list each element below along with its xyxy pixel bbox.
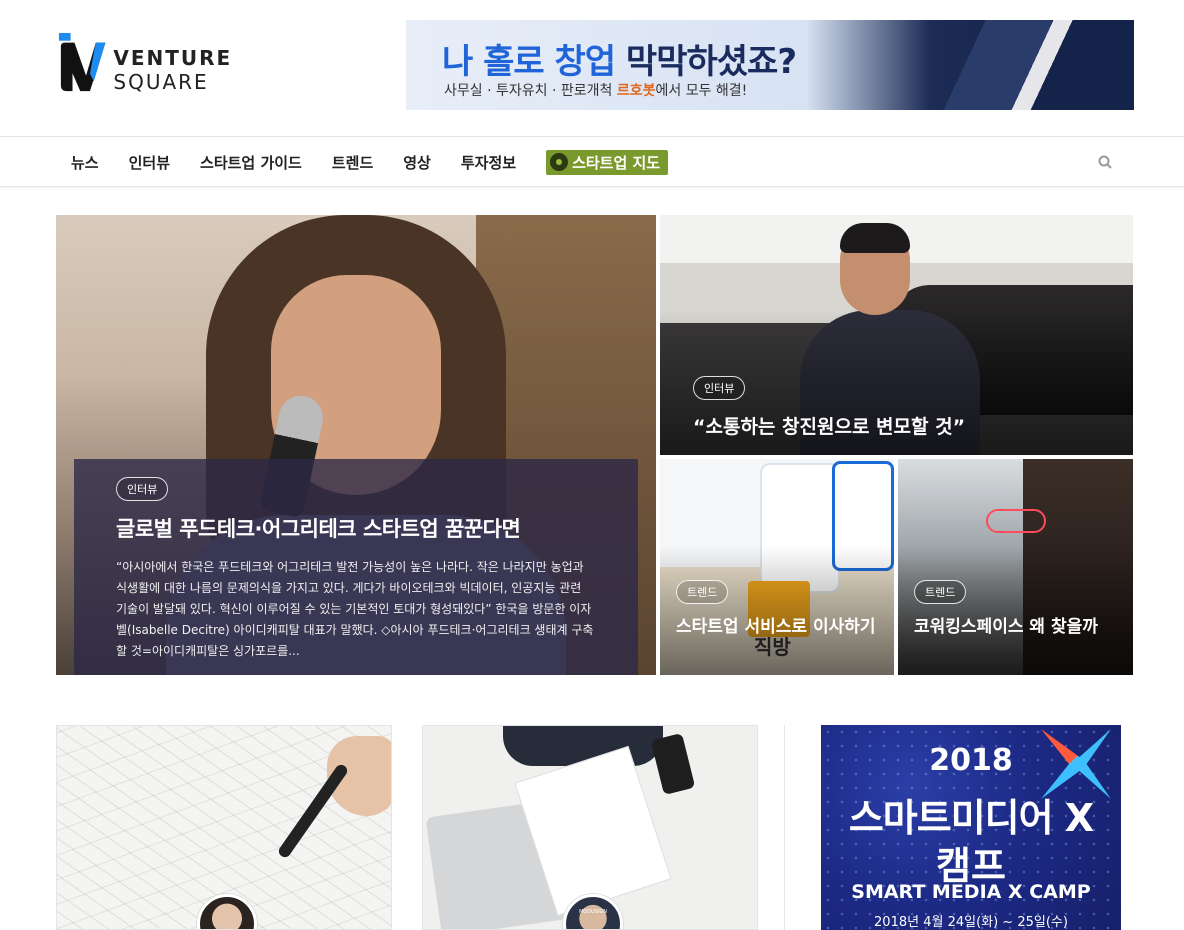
article-title[interactable]: 코워킹스페이스 왜 찾을까 (914, 616, 1124, 638)
logo-wordmark: VENTURE SQUARE (113, 46, 233, 94)
category-badge[interactable]: 트렌드 (676, 580, 729, 604)
ad-year: 2018 (929, 743, 1013, 778)
featured-article-bottom-left[interactable]: 직방 트렌드 스타트업 서비스로 이사하기 (660, 459, 894, 675)
category-badge[interactable]: 인터뷰 (693, 376, 746, 400)
featured-main-panel: 인터뷰 글로벌 푸드테크·어그리테크 스타트업 꿈꾼다면 “아시아에서 한국은 … (74, 459, 638, 675)
article-excerpt: “아시아에서 한국은 푸드테크와 어그리테크 발전 가능성이 높은 나라다. 작… (116, 560, 594, 658)
main-navigation: 뉴스 인터뷰 스타트업 가이드 트렌드 영상 투자정보 스타트업 지도 (0, 136, 1184, 187)
article-title[interactable]: 글로벌 푸드테크·어그리테크 스타트업 꿈꾼다면 (116, 513, 596, 543)
ad-english-title: SMART MEDIA X CAMP (851, 881, 1091, 903)
article-card[interactable] (56, 725, 392, 930)
featured-article-bottom-right[interactable]: 트렌드 코워킹스페이스 왜 찾을까 (898, 459, 1133, 675)
featured-main-article[interactable]: 인터뷰 글로벌 푸드테크·어그리테크 스타트업 꿈꾼다면 “아시아에서 한국은 … (56, 215, 656, 675)
ad-date: 2018년 4월 24일(화) ~ 25일(수) (874, 915, 1068, 930)
nav-item-interview[interactable]: 인터뷰 (114, 152, 185, 173)
nav-item-trend[interactable]: 트렌드 (317, 152, 388, 173)
banner-subtext: 사무실 · 투자유치 · 판로개척 르호봇에서 모두 해결! (444, 83, 748, 99)
article-card[interactable]: MODUSIGN (422, 725, 758, 930)
nav-item-news[interactable]: 뉴스 (56, 152, 114, 173)
featured-article-top-right[interactable]: 인터뷰 “소통하는 창진원으로 변모할 것” (660, 215, 1133, 455)
sidebar-divider (784, 725, 785, 930)
nav-item-video[interactable]: 영상 (388, 152, 446, 173)
category-badge[interactable]: 트렌드 (914, 580, 967, 604)
article-title[interactable]: 스타트업 서비스로 이사하기 (676, 616, 886, 638)
venture-square-logo-icon (58, 32, 106, 92)
category-badge[interactable]: 인터뷰 (116, 477, 169, 501)
nav-item-investment[interactable]: 투자정보 (446, 152, 531, 173)
banner-photo (904, 20, 1134, 110)
map-pin-icon (550, 153, 569, 171)
site-header: VENTURE SQUARE 나 홀로 창업 막막하셨죠? 사무실 · 투자유치… (0, 0, 1184, 136)
nav-item-startup-map[interactable]: 스타트업 지도 (546, 149, 669, 175)
sidebar-ad-banner[interactable]: 2018 스마트미디어 X 캠프 SMART MEDIA X CAMP 2018… (821, 725, 1121, 930)
startup-map-label: 스타트업 지도 (572, 153, 661, 172)
nav-item-startup-guide[interactable]: 스타트업 가이드 (185, 152, 317, 173)
ad-title: 스마트미디어 X (848, 796, 1094, 840)
search-icon[interactable] (1098, 155, 1112, 169)
banner-headline: 나 홀로 창업 막막하셨죠? (442, 42, 797, 82)
header-banner-ad[interactable]: 나 홀로 창업 막막하셨죠? 사무실 · 투자유치 · 판로개척 르호봇에서 모… (406, 20, 1134, 110)
article-title[interactable]: “소통하는 창진원으로 변모할 것” (693, 412, 965, 439)
site-logo[interactable]: VENTURE SQUARE (57, 32, 329, 94)
